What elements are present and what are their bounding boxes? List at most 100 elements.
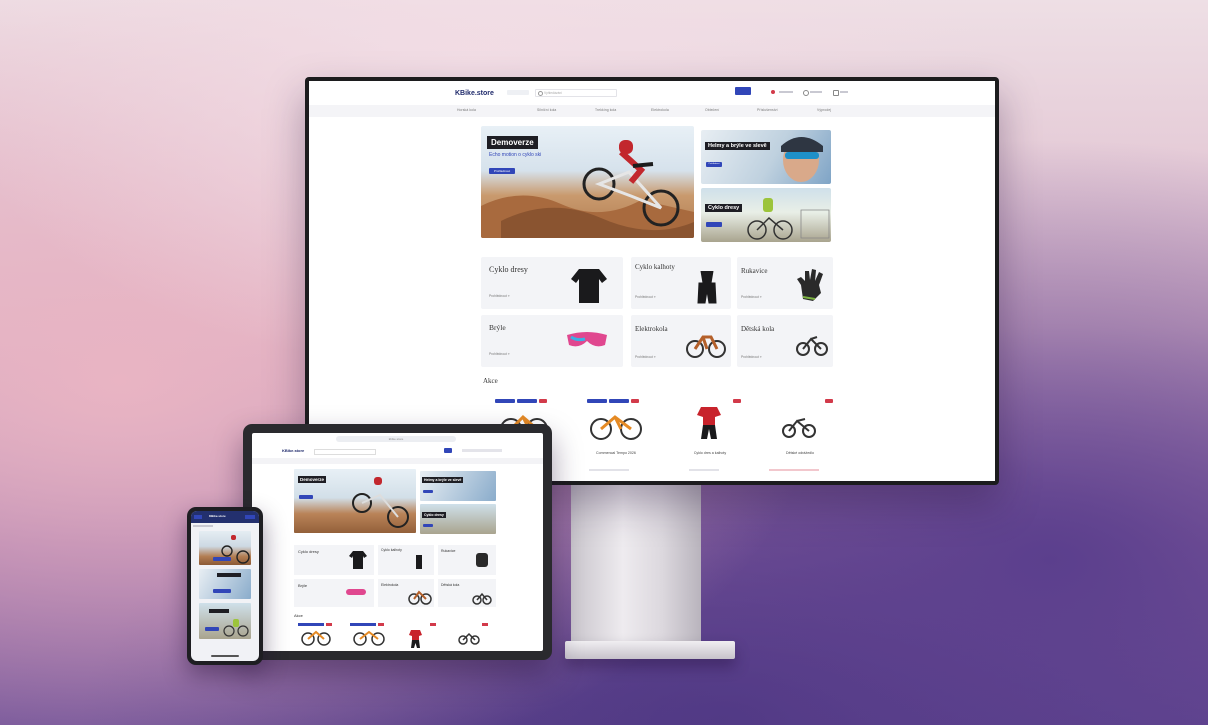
nav-item[interactable]: Elektrokola: [651, 108, 669, 112]
search-input[interactable]: Vyhledávání: [535, 89, 617, 97]
product-card[interactable]: Dětské odrážedlo: [755, 399, 845, 459]
site-logo[interactable]: KBike.store: [455, 90, 494, 97]
hero-banner-side-helmets[interactable]: Helmy a brýle ve slevě Prohlédnout: [701, 130, 831, 184]
sale-badge: [430, 623, 436, 626]
hero-side1-button[interactable]: Prohlédnout: [706, 162, 722, 167]
category-title: Rukavice: [741, 267, 768, 275]
category-link[interactable]: Prohlédnout »: [741, 295, 762, 299]
sunglasses-icon: [567, 332, 607, 347]
category-title: Dětská kola: [441, 583, 460, 587]
phone-hero-side-button[interactable]: [205, 627, 219, 631]
phone-hero-side-jerseys[interactable]: [199, 603, 251, 639]
tablet-hero-side-jerseys[interactable]: Cyklo dresy: [420, 504, 496, 534]
tablet-hero-title: Demoverze: [298, 476, 327, 483]
tablet-category-card[interactable]: Dětská kola: [438, 579, 496, 607]
kids-bike-icon: [796, 336, 828, 356]
category-link[interactable]: Prohlédnout »: [489, 294, 510, 298]
product-card[interactable]: Cyklo dres a kalhoty: [665, 399, 755, 459]
phone-breadcrumb: [193, 525, 213, 527]
tablet-search-input[interactable]: [314, 449, 376, 455]
hero-banner-side-jerseys[interactable]: Cyklo dresy: [701, 188, 831, 242]
ebike-icon: [686, 335, 726, 358]
category-link[interactable]: Prohlédnout »: [489, 352, 510, 356]
main-navigation: Horská kola Silniční kola Trekking kola …: [309, 105, 995, 117]
product-image: [782, 418, 816, 438]
product-badge: [350, 623, 376, 626]
menu-button[interactable]: [194, 515, 202, 519]
category-card-gloves[interactable]: Rukavice Prohlédnout »: [737, 257, 833, 309]
hero-side1-title: Helmy a brýle ve slevě: [705, 142, 770, 150]
tablet-hero-side1-title: Helmy a brýle ve slevě: [422, 477, 464, 483]
tablet-hero-side-helmets[interactable]: Helmy a brýle ve slevě: [420, 471, 496, 501]
phone-site-logo[interactable]: KBike.store: [209, 514, 226, 518]
hero-side2-button[interactable]: [706, 222, 722, 227]
phone-hero-button[interactable]: [213, 557, 231, 561]
phone-device: KBike.store: [187, 507, 263, 665]
category-link[interactable]: Prohlédnout »: [741, 355, 762, 359]
tablet-hero-side1-button[interactable]: [423, 490, 433, 493]
phone-hero-main[interactable]: [199, 531, 251, 565]
tablet-category-card[interactable]: Cyklo kalhoty: [378, 545, 434, 575]
product-name[interactable]: Cyklo dres a kalhoty: [665, 451, 755, 455]
footer-text: [589, 469, 629, 471]
road-cyclist-illustration: [747, 198, 830, 240]
category-title: Dětská kola: [741, 325, 775, 333]
cyclist-face-illustration: [781, 137, 823, 182]
hero-banner-main[interactable]: Demoverze Echo motion o cyklo ski Prohlé…: [481, 126, 694, 238]
tablet-category-card[interactable]: Cyklo dresy: [294, 545, 374, 575]
nav-item[interactable]: Příslušenství: [757, 108, 778, 112]
nav-item[interactable]: Silniční kola: [537, 108, 556, 112]
wishlist-icon[interactable]: [833, 90, 839, 96]
tablet-search-button[interactable]: [444, 448, 452, 453]
section-title: Akce: [483, 377, 498, 385]
tablet-hero-button[interactable]: [299, 495, 313, 499]
sale-badge: [482, 623, 488, 626]
category-card-kids-bikes[interactable]: Dětská kola Prohlédnout »: [737, 315, 833, 367]
account-icon[interactable]: [803, 90, 809, 96]
tablet-category-card[interactable]: Elektrokola: [378, 579, 434, 607]
sunglasses-icon: [346, 589, 366, 595]
hero-side2-title: Cyklo dresy: [705, 204, 743, 212]
product-badge: [495, 399, 515, 403]
nav-item[interactable]: Výprodej: [817, 108, 831, 112]
site-header: KBike.store Vyhledávání: [309, 81, 995, 106]
phone-hero-side-button[interactable]: [213, 589, 231, 593]
category-title: Elektrokola: [381, 583, 399, 587]
tablet-site-logo[interactable]: KBike.store: [282, 448, 304, 453]
tablet-screen: kbike.store KBike.store Demoverze Helmy …: [252, 433, 543, 651]
home-indicator: [211, 655, 239, 657]
category-card-shorts[interactable]: Cyklo kalhoty Prohlédnout »: [631, 257, 731, 309]
tablet-category-card[interactable]: Brýle: [294, 579, 374, 607]
category-link[interactable]: Prohlédnout »: [635, 295, 656, 299]
search-button[interactable]: [735, 87, 751, 95]
phone-hero-side-helmets[interactable]: [199, 569, 251, 599]
cart-icon[interactable]: [771, 90, 775, 94]
tablet-category-card[interactable]: Rukavice: [438, 545, 496, 575]
category-title: Cyklo dresy: [489, 265, 528, 274]
product-badge: [298, 623, 324, 626]
glove-icon: [476, 553, 488, 567]
category-title: Brýle: [298, 583, 308, 588]
nav-item[interactable]: Oblečení: [705, 108, 719, 112]
cart-button[interactable]: [245, 515, 255, 519]
tablet-hero-side2-button[interactable]: [423, 524, 433, 527]
category-dropdown[interactable]: [507, 90, 529, 95]
product-image: [697, 407, 721, 439]
product-card[interactable]: Commencal Tempo 2026: [571, 399, 661, 459]
nav-item[interactable]: Horská kola: [457, 108, 476, 112]
tablet-url-bar[interactable]: kbike.store: [336, 436, 456, 442]
tablet-hero-side2-title: Cyklo dresy: [422, 512, 446, 518]
category-card-jerseys[interactable]: Cyklo dresy Prohlédnout »: [481, 257, 623, 309]
ebike-icon: [408, 590, 432, 605]
category-card-ebikes[interactable]: Elektrokola Prohlédnout »: [631, 315, 731, 367]
category-link[interactable]: Prohlédnout »: [635, 355, 656, 359]
category-title: Cyklo kalhoty: [381, 548, 402, 552]
product-name[interactable]: Dětské odrážedlo: [755, 451, 845, 455]
hero-main-button[interactable]: Prohlédnout: [489, 168, 515, 174]
hero-main-title: Demoverze: [487, 136, 538, 149]
tablet-hero-main[interactable]: Demoverze: [294, 469, 416, 533]
category-title: Brýle: [489, 323, 506, 332]
category-card-glasses[interactable]: Brýle Prohlédnout »: [481, 315, 623, 367]
nav-item[interactable]: Trekking kola: [595, 108, 616, 112]
product-name[interactable]: Commencal Tempo 2026: [571, 451, 661, 455]
